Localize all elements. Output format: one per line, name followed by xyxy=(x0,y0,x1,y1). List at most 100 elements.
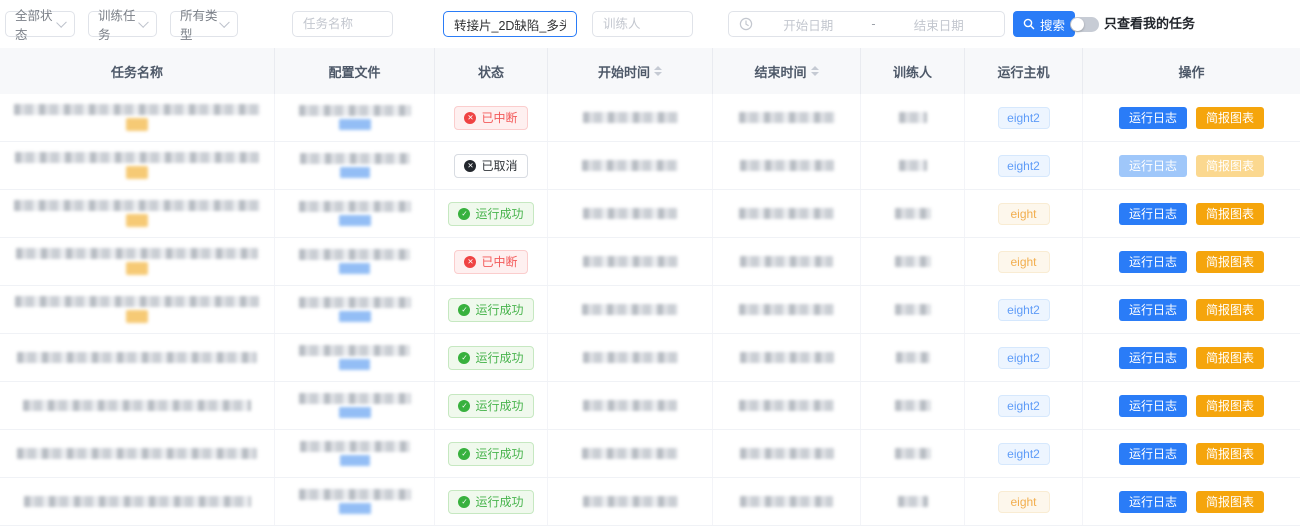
report-chart-button[interactable]: 简报图表 xyxy=(1196,251,1264,273)
sort-icon[interactable] xyxy=(654,66,662,76)
run-log-button[interactable]: 运行日志 xyxy=(1119,155,1187,177)
report-chart-button[interactable]: 简报图表 xyxy=(1196,491,1264,513)
report-chart-button[interactable]: 简报图表 xyxy=(1196,443,1264,465)
config-file-cell xyxy=(275,190,435,237)
actions-cell: 运行日志 简报图表 xyxy=(1083,478,1300,525)
task-name-cell xyxy=(0,94,275,141)
report-chart-button[interactable]: 简报图表 xyxy=(1196,107,1264,129)
sort-icon[interactable] xyxy=(811,66,819,76)
status-icon: ✕ xyxy=(464,256,476,268)
trainer-cell xyxy=(861,382,965,429)
filter-bar: 全部状态 训练任务 所有类型 开始日期 - 结束日期 xyxy=(0,0,1300,48)
run-log-button[interactable]: 运行日志 xyxy=(1119,107,1187,129)
start-time-cell xyxy=(548,238,713,285)
search-icon xyxy=(1023,18,1035,30)
table-row: ✕ 已取消 eight2 运行日志 简报图表 xyxy=(0,142,1300,190)
host-cell: eight2 xyxy=(965,94,1083,141)
run-log-button[interactable]: 运行日志 xyxy=(1119,491,1187,513)
start-date-placeholder[interactable]: 开始日期 xyxy=(753,15,864,34)
status-cell: ✕ 已中断 xyxy=(435,94,548,141)
status-badge: ✕ 已取消 xyxy=(454,154,527,178)
task-name-cell xyxy=(0,478,275,525)
run-log-button[interactable]: 运行日志 xyxy=(1119,395,1187,417)
start-time-blurred xyxy=(582,448,678,459)
host-badge: eight2 xyxy=(998,347,1050,369)
task-type-select[interactable]: 训练任务 xyxy=(88,11,157,37)
config-file-blurred xyxy=(300,153,410,164)
task-name-blurred xyxy=(17,352,257,363)
date-range-picker[interactable]: 开始日期 - 结束日期 xyxy=(728,11,1005,37)
trainer-blurred xyxy=(895,208,931,219)
actions-cell: 运行日志 简报图表 xyxy=(1083,238,1300,285)
end-time-blurred xyxy=(739,400,834,411)
config-link-blurred[interactable] xyxy=(340,167,370,178)
report-chart-button[interactable]: 简报图表 xyxy=(1196,203,1264,225)
status-filter-select[interactable]: 全部状态 xyxy=(5,11,75,37)
category-value: 所有类型 xyxy=(180,5,221,43)
trainer-blurred xyxy=(899,160,927,171)
config-link-blurred[interactable] xyxy=(339,359,370,370)
config-link-blurred[interactable] xyxy=(339,119,371,130)
run-log-button[interactable]: 运行日志 xyxy=(1119,347,1187,369)
end-time-cell xyxy=(713,142,861,189)
status-icon: ✓ xyxy=(458,400,470,412)
config-link-blurred[interactable] xyxy=(339,311,371,322)
end-time-cell xyxy=(713,238,861,285)
status-badge: ✓ 运行成功 xyxy=(448,202,533,226)
report-chart-button[interactable]: 简报图表 xyxy=(1196,155,1264,177)
config-file-blurred xyxy=(299,105,411,116)
task-name-blurred xyxy=(17,448,257,459)
config-link-blurred[interactable] xyxy=(340,455,370,466)
my-tasks-toggle[interactable] xyxy=(1070,17,1099,32)
search-button-label: 搜索 xyxy=(1040,15,1065,34)
status-badge: ✓ 运行成功 xyxy=(448,394,533,418)
model-search-input[interactable] xyxy=(443,11,577,37)
table-row: ✓ 运行成功 eight2 运行日志 简报图表 xyxy=(0,430,1300,478)
status-cell: ✓ 运行成功 xyxy=(435,478,548,525)
config-link-blurred[interactable] xyxy=(339,503,371,514)
table-row: ✓ 运行成功 eight 运行日志 简报图表 xyxy=(0,478,1300,526)
table-row: ✓ 运行成功 eight 运行日志 简报图表 xyxy=(0,190,1300,238)
trainer-cell xyxy=(861,94,965,141)
task-name-blurred xyxy=(14,200,260,211)
run-log-button[interactable]: 运行日志 xyxy=(1119,443,1187,465)
task-tag-blurred xyxy=(126,118,148,131)
search-button[interactable]: 搜索 xyxy=(1013,11,1075,37)
start-time-cell xyxy=(548,334,713,381)
report-chart-button[interactable]: 简报图表 xyxy=(1196,347,1264,369)
trainer-input[interactable] xyxy=(592,11,693,37)
date-separator: - xyxy=(864,17,884,31)
run-log-button[interactable]: 运行日志 xyxy=(1119,251,1187,273)
table-row: ✓ 运行成功 eight2 运行日志 简报图表 xyxy=(0,286,1300,334)
end-time-cell xyxy=(713,430,861,477)
host-cell: eight xyxy=(965,190,1083,237)
task-name-input[interactable] xyxy=(292,11,393,37)
run-log-button[interactable]: 运行日志 xyxy=(1119,299,1187,321)
end-date-placeholder[interactable]: 结束日期 xyxy=(884,15,995,34)
config-link-blurred[interactable] xyxy=(339,215,371,226)
table-header: 任务名称 配置文件 状态 开始时间 结束时间 训练人 运行主机 操作 xyxy=(0,48,1300,94)
my-tasks-toggle-label: 只查看我的任务 xyxy=(1104,13,1195,32)
trainer-cell xyxy=(861,334,965,381)
report-chart-button[interactable]: 简报图表 xyxy=(1196,395,1264,417)
clock-icon xyxy=(739,17,753,31)
config-link-blurred[interactable] xyxy=(339,263,370,274)
status-badge: ✕ 已中断 xyxy=(454,250,527,274)
config-link-blurred[interactable] xyxy=(339,407,371,418)
table-row: ✕ 已中断 eight2 运行日志 简报图表 xyxy=(0,94,1300,142)
task-name-cell xyxy=(0,190,275,237)
status-label: 运行成功 xyxy=(475,493,523,510)
host-badge: eight xyxy=(998,491,1050,513)
actions-cell: 运行日志 简报图表 xyxy=(1083,142,1300,189)
task-type-value: 训练任务 xyxy=(98,5,140,43)
task-name-cell xyxy=(0,238,275,285)
config-file-blurred xyxy=(299,249,410,260)
run-log-button[interactable]: 运行日志 xyxy=(1119,203,1187,225)
task-name-blurred xyxy=(24,496,251,507)
config-file-cell xyxy=(275,430,435,477)
start-time-cell xyxy=(548,382,713,429)
category-select[interactable]: 所有类型 xyxy=(170,11,238,37)
report-chart-button[interactable]: 简报图表 xyxy=(1196,299,1264,321)
training-task-page: 全部状态 训练任务 所有类型 开始日期 - 结束日期 xyxy=(0,0,1300,526)
end-time-cell xyxy=(713,286,861,333)
